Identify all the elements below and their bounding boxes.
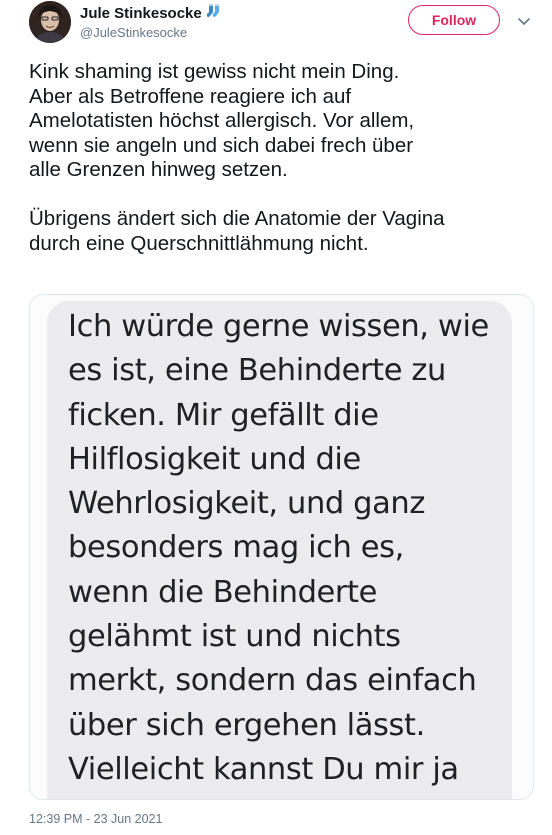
tweet-timestamp[interactable]: 12:39 PM - 23 Jun 2021	[29, 811, 162, 827]
chevron-down-icon[interactable]	[516, 13, 532, 29]
author-names: Jule Stinkesocke @JuleStinkesocke	[80, 3, 221, 41]
follow-button[interactable]: Follow	[408, 5, 500, 35]
tweet-header: Jule Stinkesocke @JuleStinkesocke Follow	[0, 0, 552, 56]
author-display-name-row[interactable]: Jule Stinkesocke	[80, 3, 221, 24]
tweet-media-image[interactable]: Ich würde gerne wissen, wie es ist, eine…	[29, 294, 534, 800]
avatar[interactable]	[29, 1, 71, 43]
author-display-name[interactable]: Jule Stinkesocke	[80, 5, 202, 23]
tweet-text: Kink shaming ist gewiss nicht mein Ding.…	[29, 60, 445, 255]
message-bubble-text: Ich würde gerne wissen, wie es ist, eine…	[68, 309, 489, 799]
socks-icon	[206, 3, 221, 24]
author-handle[interactable]: @JuleStinkesocke	[80, 25, 221, 41]
